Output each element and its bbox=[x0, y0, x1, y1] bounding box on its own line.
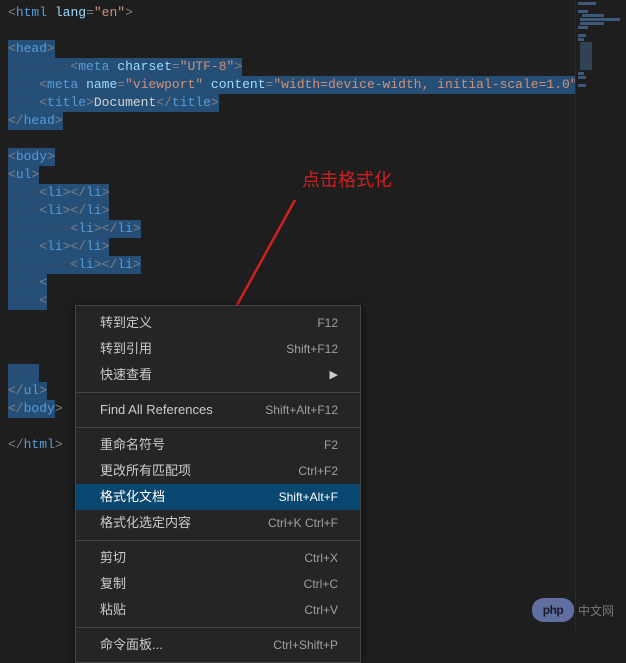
menu-find-references[interactable]: Find All References Shift+Alt+F12 bbox=[76, 397, 360, 423]
menu-command-palette[interactable]: 命令面板... Ctrl+Shift+P bbox=[76, 632, 360, 658]
menu-format-selection[interactable]: 格式化选定内容 Ctrl+K Ctrl+F bbox=[76, 510, 360, 536]
menu-label: 格式化文档 bbox=[100, 488, 165, 506]
menu-rename-symbol[interactable]: 重命名符号 F2 bbox=[76, 432, 360, 458]
menu-goto-definition[interactable]: 转到定义 F12 bbox=[76, 310, 360, 336]
context-menu: 转到定义 F12 转到引用 Shift+F12 快速查看 ▶ Find All … bbox=[75, 305, 361, 663]
menu-shortcut: Ctrl+F2 bbox=[298, 462, 338, 480]
menu-copy[interactable]: 复制 Ctrl+C bbox=[76, 571, 360, 597]
menu-change-occurrences[interactable]: 更改所有匹配项 Ctrl+F2 bbox=[76, 458, 360, 484]
menu-label: 重命名符号 bbox=[100, 436, 165, 454]
minimap[interactable] bbox=[575, 0, 626, 630]
menu-peek[interactable]: 快速查看 ▶ bbox=[76, 362, 360, 388]
menu-label: 命令面板... bbox=[100, 636, 163, 654]
annotation-text: 点击格式化 bbox=[302, 166, 392, 192]
menu-paste[interactable]: 粘贴 Ctrl+V bbox=[76, 597, 360, 623]
tag-bracket: < bbox=[8, 5, 16, 20]
menu-shortcut: Ctrl+Shift+P bbox=[273, 636, 338, 654]
menu-label: 格式化选定内容 bbox=[100, 514, 191, 532]
attr-value: "en" bbox=[94, 5, 125, 20]
menu-shortcut: Shift+F12 bbox=[286, 340, 338, 358]
menu-shortcut: Shift+Alt+F bbox=[279, 488, 338, 506]
menu-label: 转到定义 bbox=[100, 314, 152, 332]
menu-separator bbox=[76, 540, 360, 541]
menu-shortcut: Ctrl+V bbox=[304, 601, 338, 619]
menu-separator bbox=[76, 427, 360, 428]
menu-cut[interactable]: 剪切 Ctrl+X bbox=[76, 545, 360, 571]
menu-label: Find All References bbox=[100, 401, 213, 419]
menu-label: 转到引用 bbox=[100, 340, 152, 358]
menu-label: 复制 bbox=[100, 575, 126, 593]
menu-label: 剪切 bbox=[100, 549, 126, 567]
menu-shortcut: Shift+Alt+F12 bbox=[265, 401, 338, 419]
menu-separator bbox=[76, 392, 360, 393]
php-logo-icon: php bbox=[532, 598, 574, 622]
tag-name: html bbox=[16, 5, 47, 20]
attr-name: lang bbox=[55, 5, 86, 20]
menu-goto-references[interactable]: 转到引用 Shift+F12 bbox=[76, 336, 360, 362]
menu-shortcut: Ctrl+K Ctrl+F bbox=[268, 514, 338, 532]
menu-shortcut: Ctrl+X bbox=[304, 549, 338, 567]
menu-separator bbox=[76, 627, 360, 628]
menu-format-document[interactable]: 格式化文档 Shift+Alt+F bbox=[76, 484, 360, 510]
menu-shortcut: F2 bbox=[324, 436, 338, 454]
menu-label: 快速查看 bbox=[100, 366, 152, 384]
chevron-right-icon: ▶ bbox=[330, 366, 338, 384]
watermark: php 中文网 bbox=[532, 598, 614, 622]
menu-label: 粘贴 bbox=[100, 601, 126, 619]
menu-shortcut: Ctrl+C bbox=[304, 575, 338, 593]
menu-shortcut: F12 bbox=[317, 314, 338, 332]
watermark-text: 中文网 bbox=[578, 602, 614, 619]
menu-label: 更改所有匹配项 bbox=[100, 462, 191, 480]
